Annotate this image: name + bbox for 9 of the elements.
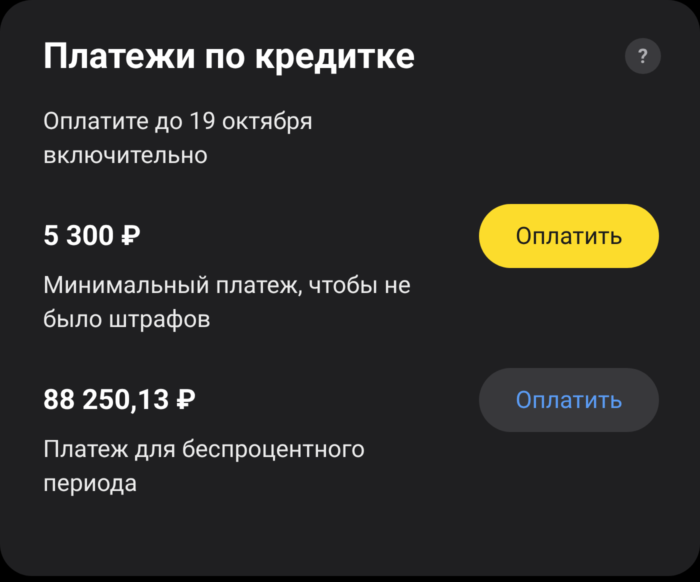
pay-button[interactable]: Оплатить	[479, 368, 659, 432]
pay-button[interactable]: Оплатить	[479, 204, 659, 268]
payment-description: Платеж для беспроцентного периода	[43, 434, 366, 499]
card-title: Платежи по кредитке	[43, 34, 415, 79]
due-date-text: Оплатите до 19 октября включительно	[43, 106, 314, 171]
payment-description: Минимальный платеж, чтобы не было штрафов	[43, 270, 412, 335]
payment-amount: 88 250,13 ₽	[43, 382, 198, 418]
help-button[interactable]: ?	[625, 38, 661, 74]
payment-amount: 5 300 ₽	[43, 218, 142, 254]
